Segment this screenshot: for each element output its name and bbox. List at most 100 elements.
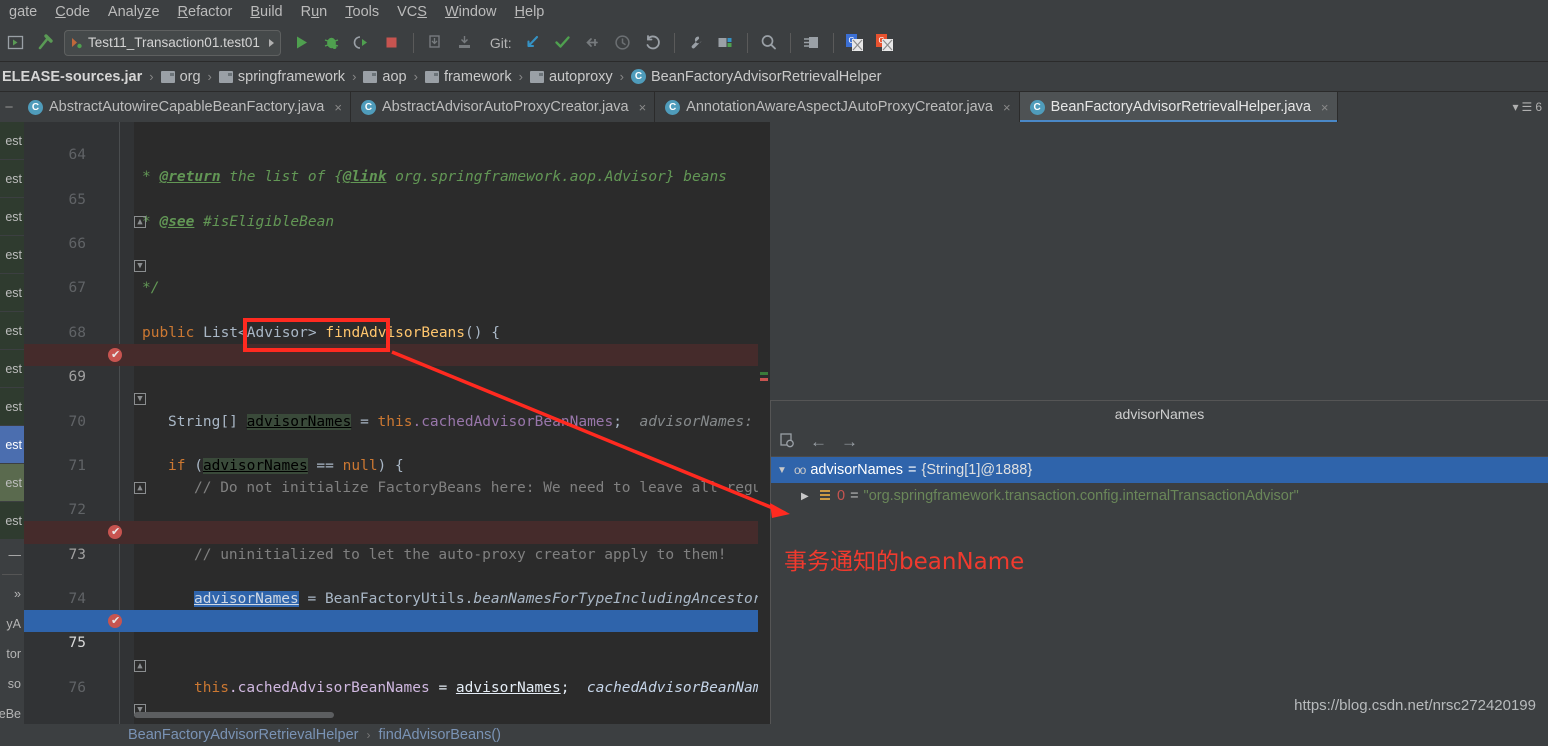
close-icon[interactable]: × (334, 100, 342, 115)
close-icon[interactable]: × (1321, 100, 1329, 115)
search-everywhere-icon[interactable] (754, 28, 784, 58)
breadcrumb-item-autoproxy[interactable]: autoproxy (528, 69, 615, 85)
breadcrumb-item-org[interactable]: org (159, 69, 203, 85)
device-icon[interactable] (450, 28, 480, 58)
code-line[interactable]: 76 ▲ } (24, 655, 770, 696)
left-strip-chip[interactable]: est (0, 274, 24, 312)
tabs-scroll-left-icon[interactable]: − (0, 92, 18, 122)
chevron-down-icon[interactable] (268, 38, 274, 47)
menu-item-help[interactable]: Help (506, 0, 554, 24)
code-line[interactable]: 65 * @see #isEligibleBean (24, 166, 770, 230)
stop-icon[interactable] (377, 28, 407, 58)
project-panel-icon[interactable] (0, 28, 30, 58)
debugger-variables-panel[interactable]: advisorNames ← → ▼ oo advisorNames = {St… (770, 400, 1548, 724)
push-icon[interactable] (578, 28, 608, 58)
left-strip-item[interactable]: so (0, 669, 24, 699)
fold-marker-icon[interactable]: ▲ (134, 482, 146, 495)
evaluate-expression-icon[interactable] (779, 432, 796, 452)
tab-bean-factory-advisor-retrieval-helper[interactable]: C BeanFactoryAdvisorRetrievalHelper.java… (1019, 92, 1338, 122)
fold-marker-icon[interactable]: ▲ (134, 659, 146, 672)
left-strip-item[interactable]: yA (0, 609, 24, 639)
menu-item-tools[interactable]: Tools (336, 0, 388, 24)
menu-item-refactor[interactable]: Refactor (169, 0, 242, 24)
debugger-variable-row[interactable]: ▼ oo advisorNames = {String[1]@1888} (771, 457, 1548, 483)
menu-item-analyze[interactable]: Analyze (99, 0, 169, 24)
tab-abstract-autowire-capable-bean-factory[interactable]: C AbstractAutowireCapableBeanFactory.jav… (18, 92, 351, 122)
breadcrumb-item-springframework[interactable]: springframework (217, 69, 347, 85)
left-strip-chip[interactable]: est (0, 198, 24, 236)
install-apk-icon[interactable] (420, 28, 450, 58)
tab-annotation-aware-aspectj-auto-proxy-creator[interactable]: C AnnotationAwareAspectJAutoProxyCreator… (655, 92, 1020, 122)
code-line[interactable]: 66 ▲ */ (24, 211, 770, 296)
breakpoint-icon[interactable] (108, 344, 122, 366)
bottom-breadcrumb-method[interactable]: findAdvisorBeans() (379, 727, 502, 743)
close-icon[interactable]: × (1003, 100, 1011, 115)
left-strip-chip[interactable]: est (0, 388, 24, 426)
code-editor[interactable]: 64 * @return the list of {@link org.spri… (24, 122, 770, 724)
left-strip-chip[interactable]: est (0, 502, 24, 540)
editor-marker-strip[interactable] (758, 122, 770, 724)
bottom-breadcrumb-class[interactable]: BeanFactoryAdvisorRetrievalHelper (128, 727, 359, 743)
left-strip-chip-selected[interactable]: est (0, 426, 24, 464)
menu-item-build[interactable]: Build (241, 0, 291, 24)
left-strip-item[interactable]: — (0, 540, 24, 570)
left-strip-item[interactable]: tor (0, 639, 24, 669)
project-structure-icon[interactable] (711, 28, 741, 58)
expand-triangle-icon[interactable]: ▼ (777, 465, 789, 476)
fold-marker-icon[interactable]: ▼ (134, 393, 146, 406)
code-line-current[interactable]: 73 advisorNames = BeanFactoryUtils.beanN… (24, 521, 770, 608)
left-strip-chip[interactable]: est (0, 122, 24, 160)
history-icon[interactable] (608, 28, 638, 58)
code-line[interactable]: 64 * @return the list of {@link org.spri… (24, 122, 770, 185)
build-hammer-icon[interactable] (30, 28, 60, 58)
debugger-variable-row[interactable]: ▶ 0 = "org.springframework.transaction.c… (771, 483, 1548, 509)
breadcrumb-item-aop[interactable]: aop (361, 69, 408, 85)
google-docs-red-icon[interactable]: G (870, 28, 900, 58)
left-strip-chip[interactable]: est (0, 350, 24, 388)
fold-marker-icon[interactable]: ▼ (134, 260, 146, 273)
expand-triangle-icon[interactable]: ▶ (801, 491, 813, 502)
forward-arrow-icon[interactable]: → (841, 433, 858, 450)
code-line[interactable]: 72 ▲ // uninitialized to let the auto-pr… (24, 477, 770, 563)
sdk-manager-icon[interactable] (797, 28, 827, 58)
code-line[interactable]: 71 // Do not initialize FactoryBeans her… (24, 433, 770, 496)
left-strip-chip[interactable]: est (0, 464, 24, 502)
code-line[interactable]: 67 ▼ public List<Advisor> findAdvisorBea… (24, 255, 770, 341)
tabs-overflow-control[interactable]: ▾ ☰ 6 (1513, 92, 1548, 122)
menu-item-vcs[interactable]: VCS (388, 0, 436, 24)
code-line[interactable]: 70 ▼ if (advisorNames == null) { (24, 388, 770, 474)
code-line-selected[interactable]: 75 this.cachedAdvisorBeanNames = advisor… (24, 610, 770, 696)
code-line[interactable]: 68 // Determine list of advisor bean nam… (24, 300, 770, 363)
editor-horizontal-scrollbar[interactable] (134, 712, 334, 718)
back-arrow-icon[interactable]: ← (810, 433, 827, 450)
line-number: 71 (68, 457, 86, 474)
left-strip-chip[interactable]: est (0, 160, 24, 198)
run-with-coverage-icon[interactable] (347, 28, 377, 58)
commit-icon[interactable] (548, 28, 578, 58)
menu-item-run[interactable]: Run (292, 0, 337, 24)
google-docs-blue-icon[interactable]: G (840, 28, 870, 58)
tab-abstract-advisor-auto-proxy-creator[interactable]: C AbstractAdvisorAutoProxyCreator.java × (351, 92, 656, 122)
fold-marker-icon[interactable]: ▲ (134, 215, 146, 228)
left-strip-chip[interactable]: est (0, 312, 24, 350)
left-strip-item[interactable]: eBe (0, 699, 24, 724)
breakpoint-icon[interactable] (108, 521, 122, 544)
run-configuration-selector[interactable]: Test11_Transaction01.test01 (64, 29, 281, 56)
menu-item-window[interactable]: Window (436, 0, 506, 24)
close-icon[interactable]: × (639, 100, 647, 115)
breadcrumb-item-class[interactable]: C BeanFactoryAdvisorRetrievalHelper (629, 69, 884, 85)
rollback-icon[interactable] (638, 28, 668, 58)
breadcrumb-item-framework[interactable]: framework (423, 69, 514, 85)
breadcrumb-item-jar[interactable]: ELEASE-sources.jar (0, 69, 144, 85)
update-project-icon[interactable] (518, 28, 548, 58)
menu-item-code[interactable]: Code (46, 0, 99, 24)
left-strip-chip[interactable]: est (0, 236, 24, 274)
menu-item-navigate[interactable]: gate (0, 0, 46, 24)
left-strip-item[interactable]: » (0, 579, 24, 609)
code-line[interactable]: 74 this.beanFactory, Advisor.class, incl… (24, 566, 770, 629)
code-line-breakpoint[interactable]: 69 String[] advisorNames = this.cachedAd… (24, 343, 770, 430)
breakpoint-icon[interactable] (108, 610, 122, 632)
run-icon[interactable] (287, 28, 317, 58)
settings-wrench-icon[interactable] (681, 28, 711, 58)
debug-icon[interactable] (317, 28, 347, 58)
